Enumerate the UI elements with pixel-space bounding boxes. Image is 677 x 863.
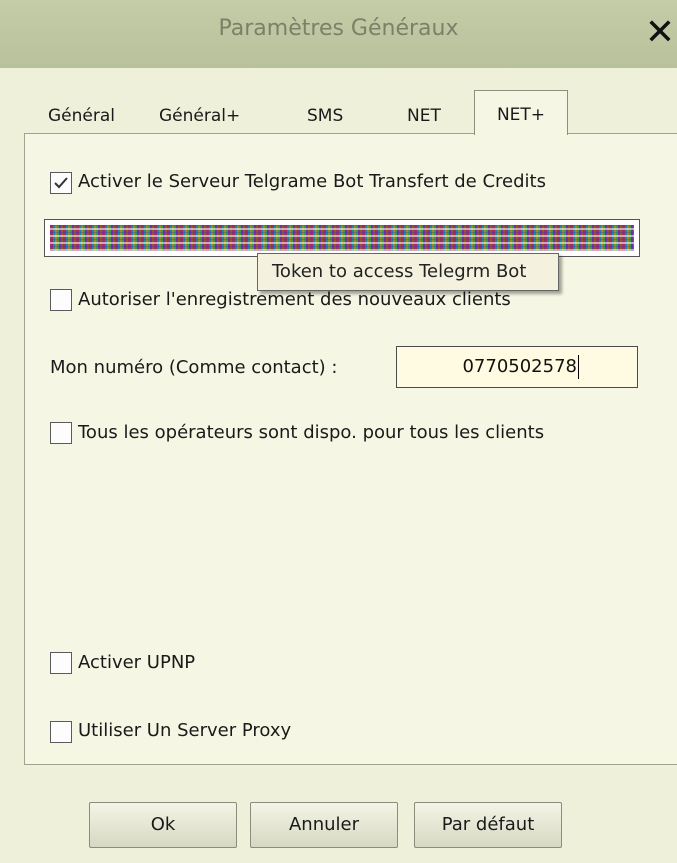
default-button[interactable]: Par défaut xyxy=(414,802,562,848)
my-number-value: 0770502578 xyxy=(462,356,577,377)
telegram-bot-label: Activer le Serveur Telgrame Bot Transfer… xyxy=(78,171,546,192)
close-icon[interactable]: ✕ xyxy=(643,10,677,56)
my-number-input[interactable]: 0770502578 xyxy=(396,346,638,388)
tab-net-plus[interactable]: NET+ xyxy=(474,90,568,135)
text-caret xyxy=(578,355,579,379)
tab-sms[interactable]: SMS xyxy=(307,100,343,132)
tab-general[interactable]: Général xyxy=(48,100,115,132)
register-clients-checkbox[interactable] xyxy=(50,289,72,311)
all-operators-label: Tous les opérateurs sont dispo. pour tou… xyxy=(78,422,545,443)
my-number-label: Mon numéro (Comme contact) : xyxy=(50,357,338,378)
tab-general-plus[interactable]: Général+ xyxy=(159,100,240,132)
telegram-bot-checkbox[interactable] xyxy=(50,172,72,194)
telegram-token-field[interactable] xyxy=(44,219,640,257)
cancel-button[interactable]: Annuler xyxy=(250,802,398,848)
all-operators-checkbox[interactable] xyxy=(50,422,72,444)
tab-net[interactable]: NET xyxy=(407,100,441,132)
ok-button[interactable]: Ok xyxy=(89,802,237,848)
checkmark-icon xyxy=(54,177,68,189)
settings-dialog: Paramètres Généraux ✕ Général Général+ S… xyxy=(0,0,677,863)
register-clients-label: Autoriser l'enregistrement des nouveaux … xyxy=(78,289,511,310)
proxy-checkbox[interactable] xyxy=(50,721,72,743)
upnp-label: Activer UPNP xyxy=(78,652,196,673)
token-tooltip: Token to access Telegrm Bot xyxy=(257,253,559,291)
proxy-label: Utiliser Un Server Proxy xyxy=(78,720,292,741)
title-bar: Paramètres Généraux ✕ xyxy=(0,0,677,68)
window-title: Paramètres Généraux xyxy=(218,16,459,41)
upnp-checkbox[interactable] xyxy=(50,652,72,674)
obscured-token xyxy=(50,225,634,251)
